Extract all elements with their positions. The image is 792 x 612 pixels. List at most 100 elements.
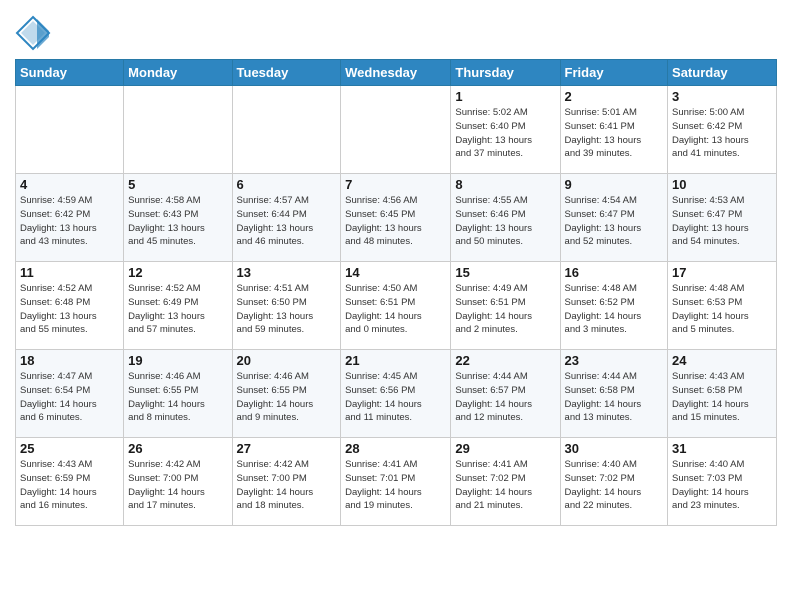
calendar-cell: 21 Sunrise: 4:45 AM Sunset: 6:56 PM Dayli…: [341, 350, 451, 438]
day-number: 31: [672, 441, 772, 456]
calendar-cell: 5 Sunrise: 4:58 AM Sunset: 6:43 PM Daylig…: [124, 174, 232, 262]
col-header-wednesday: Wednesday: [341, 60, 451, 86]
calendar-cell: [232, 86, 341, 174]
day-info: Sunrise: 4:52 AM Sunset: 6:49 PM Dayligh…: [128, 282, 227, 337]
day-info: Sunrise: 4:53 AM Sunset: 6:47 PM Dayligh…: [672, 194, 772, 249]
day-number: 13: [237, 265, 337, 280]
day-number: 2: [565, 89, 664, 104]
day-number: 3: [672, 89, 772, 104]
calendar-cell: 31 Sunrise: 4:40 AM Sunset: 7:03 PM Dayli…: [668, 438, 777, 526]
day-info: Sunrise: 4:48 AM Sunset: 6:52 PM Dayligh…: [565, 282, 664, 337]
day-number: 10: [672, 177, 772, 192]
calendar-cell: 23 Sunrise: 4:44 AM Sunset: 6:58 PM Dayli…: [560, 350, 668, 438]
calendar-cell: 2 Sunrise: 5:01 AM Sunset: 6:41 PM Daylig…: [560, 86, 668, 174]
calendar-week-1: 1Sunrise: 5:02 AM Sunset: 6:40 PM Daylig…: [16, 86, 777, 174]
calendar-cell: 11Sunrise: 4:52 AM Sunset: 6:48 PM Dayli…: [16, 262, 124, 350]
day-info: Sunrise: 4:47 AM Sunset: 6:54 PM Dayligh…: [20, 370, 119, 425]
day-info: Sunrise: 4:44 AM Sunset: 6:57 PM Dayligh…: [455, 370, 555, 425]
day-info: Sunrise: 4:59 AM Sunset: 6:42 PM Dayligh…: [20, 194, 119, 249]
day-number: 19: [128, 353, 227, 368]
col-header-tuesday: Tuesday: [232, 60, 341, 86]
day-number: 21: [345, 353, 446, 368]
calendar-cell: [124, 86, 232, 174]
page: SundayMondayTuesdayWednesdayThursdayFrid…: [0, 0, 792, 536]
day-number: 5: [128, 177, 227, 192]
day-info: Sunrise: 4:54 AM Sunset: 6:47 PM Dayligh…: [565, 194, 664, 249]
day-info: Sunrise: 4:41 AM Sunset: 7:02 PM Dayligh…: [455, 458, 555, 513]
day-number: 20: [237, 353, 337, 368]
calendar-cell: 3 Sunrise: 5:00 AM Sunset: 6:42 PM Daylig…: [668, 86, 777, 174]
day-number: 4: [20, 177, 119, 192]
calendar-cell: 15 Sunrise: 4:49 AM Sunset: 6:51 PM Dayli…: [451, 262, 560, 350]
calendar-week-3: 11Sunrise: 4:52 AM Sunset: 6:48 PM Dayli…: [16, 262, 777, 350]
day-number: 11: [20, 265, 119, 280]
day-number: 18: [20, 353, 119, 368]
calendar-cell: 6 Sunrise: 4:57 AM Sunset: 6:44 PM Daylig…: [232, 174, 341, 262]
calendar-cell: 13Sunrise: 4:51 AM Sunset: 6:50 PM Dayli…: [232, 262, 341, 350]
calendar-cell: 17 Sunrise: 4:48 AM Sunset: 6:53 PM Dayli…: [668, 262, 777, 350]
day-number: 15: [455, 265, 555, 280]
day-info: Sunrise: 5:01 AM Sunset: 6:41 PM Dayligh…: [565, 106, 664, 161]
calendar-cell: 10 Sunrise: 4:53 AM Sunset: 6:47 PM Dayli…: [668, 174, 777, 262]
day-number: 28: [345, 441, 446, 456]
day-number: 29: [455, 441, 555, 456]
calendar-cell: 28 Sunrise: 4:41 AM Sunset: 7:01 PM Dayli…: [341, 438, 451, 526]
day-info: Sunrise: 4:42 AM Sunset: 7:00 PM Dayligh…: [128, 458, 227, 513]
calendar-cell: 9 Sunrise: 4:54 AM Sunset: 6:47 PM Daylig…: [560, 174, 668, 262]
day-number: 16: [565, 265, 664, 280]
col-header-monday: Monday: [124, 60, 232, 86]
day-info: Sunrise: 4:49 AM Sunset: 6:51 PM Dayligh…: [455, 282, 555, 337]
calendar-cell: 1Sunrise: 5:02 AM Sunset: 6:40 PM Daylig…: [451, 86, 560, 174]
day-number: 6: [237, 177, 337, 192]
calendar-header-row: SundayMondayTuesdayWednesdayThursdayFrid…: [16, 60, 777, 86]
calendar-cell: 29 Sunrise: 4:41 AM Sunset: 7:02 PM Dayli…: [451, 438, 560, 526]
day-info: Sunrise: 4:48 AM Sunset: 6:53 PM Dayligh…: [672, 282, 772, 337]
calendar-cell: 20Sunrise: 4:46 AM Sunset: 6:55 PM Dayli…: [232, 350, 341, 438]
day-info: Sunrise: 4:45 AM Sunset: 6:56 PM Dayligh…: [345, 370, 446, 425]
day-number: 26: [128, 441, 227, 456]
calendar-cell: 12 Sunrise: 4:52 AM Sunset: 6:49 PM Dayli…: [124, 262, 232, 350]
col-header-thursday: Thursday: [451, 60, 560, 86]
day-number: 24: [672, 353, 772, 368]
calendar-cell: [16, 86, 124, 174]
calendar-cell: 18 Sunrise: 4:47 AM Sunset: 6:54 PM Dayli…: [16, 350, 124, 438]
day-number: 22: [455, 353, 555, 368]
calendar-week-4: 18 Sunrise: 4:47 AM Sunset: 6:54 PM Dayli…: [16, 350, 777, 438]
day-info: Sunrise: 4:58 AM Sunset: 6:43 PM Dayligh…: [128, 194, 227, 249]
calendar-cell: 8 Sunrise: 4:55 AM Sunset: 6:46 PM Daylig…: [451, 174, 560, 262]
day-number: 12: [128, 265, 227, 280]
calendar-cell: 4 Sunrise: 4:59 AM Sunset: 6:42 PM Daylig…: [16, 174, 124, 262]
day-info: Sunrise: 5:00 AM Sunset: 6:42 PM Dayligh…: [672, 106, 772, 161]
day-number: 17: [672, 265, 772, 280]
calendar-cell: 7 Sunrise: 4:56 AM Sunset: 6:45 PM Daylig…: [341, 174, 451, 262]
day-info: Sunrise: 4:40 AM Sunset: 7:02 PM Dayligh…: [565, 458, 664, 513]
col-header-saturday: Saturday: [668, 60, 777, 86]
day-number: 7: [345, 177, 446, 192]
calendar-week-2: 4 Sunrise: 4:59 AM Sunset: 6:42 PM Daylig…: [16, 174, 777, 262]
col-header-friday: Friday: [560, 60, 668, 86]
day-number: 14: [345, 265, 446, 280]
day-info: Sunrise: 4:40 AM Sunset: 7:03 PM Dayligh…: [672, 458, 772, 513]
col-header-sunday: Sunday: [16, 60, 124, 86]
day-info: Sunrise: 4:56 AM Sunset: 6:45 PM Dayligh…: [345, 194, 446, 249]
day-number: 9: [565, 177, 664, 192]
calendar-cell: 19 Sunrise: 4:46 AM Sunset: 6:55 PM Dayli…: [124, 350, 232, 438]
logo: [15, 15, 51, 51]
calendar-cell: 26 Sunrise: 4:42 AM Sunset: 7:00 PM Dayli…: [124, 438, 232, 526]
logo-icon: [15, 15, 51, 51]
day-info: Sunrise: 4:50 AM Sunset: 6:51 PM Dayligh…: [345, 282, 446, 337]
day-info: Sunrise: 4:44 AM Sunset: 6:58 PM Dayligh…: [565, 370, 664, 425]
day-info: Sunrise: 4:43 AM Sunset: 6:59 PM Dayligh…: [20, 458, 119, 513]
day-info: Sunrise: 4:41 AM Sunset: 7:01 PM Dayligh…: [345, 458, 446, 513]
day-number: 8: [455, 177, 555, 192]
day-number: 23: [565, 353, 664, 368]
day-number: 30: [565, 441, 664, 456]
day-info: Sunrise: 4:55 AM Sunset: 6:46 PM Dayligh…: [455, 194, 555, 249]
calendar-table: SundayMondayTuesdayWednesdayThursdayFrid…: [15, 59, 777, 526]
day-info: Sunrise: 4:46 AM Sunset: 6:55 PM Dayligh…: [128, 370, 227, 425]
calendar-cell: 14 Sunrise: 4:50 AM Sunset: 6:51 PM Dayli…: [341, 262, 451, 350]
day-number: 27: [237, 441, 337, 456]
day-info: Sunrise: 4:57 AM Sunset: 6:44 PM Dayligh…: [237, 194, 337, 249]
calendar-cell: [341, 86, 451, 174]
calendar-cell: 24Sunrise: 4:43 AM Sunset: 6:58 PM Dayli…: [668, 350, 777, 438]
